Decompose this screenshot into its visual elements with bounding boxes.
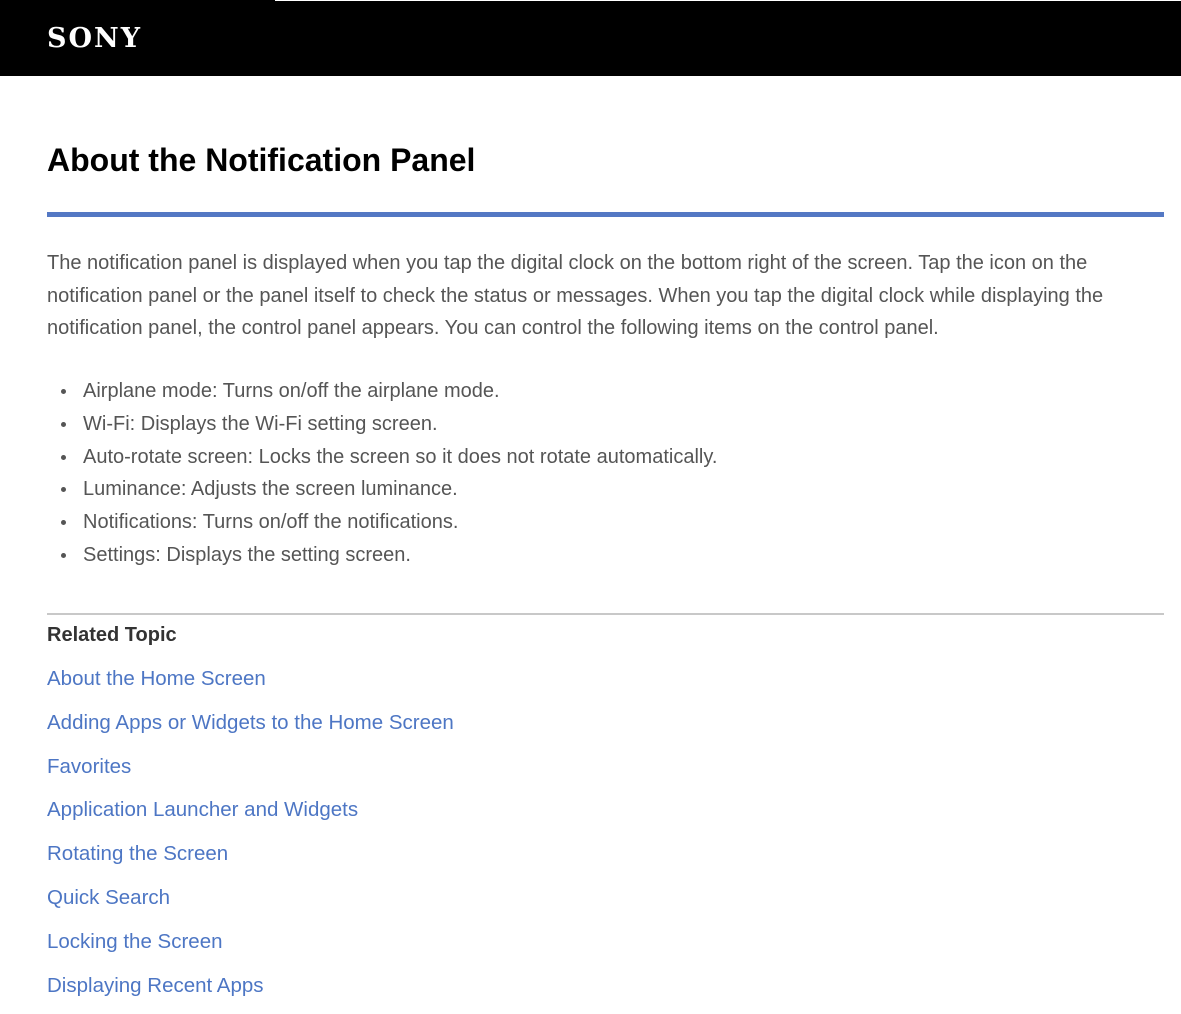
related-link-favorites[interactable]: Favorites	[47, 755, 131, 778]
related-link-item: Rotating the Screen	[47, 839, 454, 883]
list-item-text: Settings: Displays the setting screen.	[83, 543, 411, 566]
list-item: Auto-rotate screen: Locks the screen so …	[47, 441, 717, 474]
related-link-item: Adding Apps or Widgets to the Home Scree…	[47, 708, 454, 752]
title-underline	[47, 212, 1164, 217]
related-link-app-launcher-widgets[interactable]: Application Launcher and Widgets	[47, 798, 358, 821]
related-link-recent-apps[interactable]: Displaying Recent Apps	[47, 974, 264, 997]
bullet-icon	[61, 552, 66, 558]
intro-paragraph: The notification panel is displayed when…	[47, 252, 1104, 339]
related-link-adding-apps-widgets[interactable]: Adding Apps or Widgets to the Home Scree…	[47, 711, 454, 734]
section-divider	[47, 613, 1164, 615]
bullet-icon	[61, 389, 66, 394]
related-link-item: Quick Search	[47, 883, 454, 927]
related-link-item: About the Home Screen	[47, 664, 454, 708]
related-link-item: Locking the Screen	[47, 927, 454, 971]
list-item-text: Auto-rotate screen: Locks the screen so …	[83, 445, 718, 468]
list-item: Settings: Displays the setting screen.	[47, 539, 717, 572]
related-link-about-home-screen[interactable]: About the Home Screen	[47, 667, 266, 690]
related-topic-links: About the Home Screen Adding Apps or Wid…	[47, 664, 454, 1014]
control-panel-items-list: Airplane mode: Turns on/off the airplane…	[47, 375, 717, 572]
list-item-text: Luminance: Adjusts the screen luminance.	[83, 478, 458, 501]
bullet-icon	[61, 454, 66, 460]
sony-logo[interactable]: SONY	[47, 24, 142, 54]
list-item-text: Airplane mode: Turns on/off the airplane…	[83, 380, 500, 402]
related-link-quick-search[interactable]: Quick Search	[47, 886, 170, 909]
list-item-text: Wi-Fi: Displays the Wi-Fi setting screen…	[83, 412, 438, 435]
list-item: Notifications: Turns on/off the notifica…	[47, 506, 717, 539]
related-link-item: Application Launcher and Widgets	[47, 795, 454, 839]
related-link-item: Displaying Recent Apps	[47, 971, 454, 1014]
list-item: Wi-Fi: Displays the Wi-Fi setting screen…	[47, 408, 717, 441]
page-title: About the Notification Panel	[47, 142, 476, 178]
bullet-icon	[61, 487, 66, 493]
related-link-item: Favorites	[47, 752, 454, 796]
header-top-line	[275, 0, 1181, 1]
bullet-icon	[61, 421, 66, 427]
related-link-locking-screen[interactable]: Locking the Screen	[47, 930, 223, 953]
list-item: Airplane mode: Turns on/off the airplane…	[47, 375, 717, 408]
bullet-icon	[61, 520, 66, 526]
related-link-rotating-screen[interactable]: Rotating the Screen	[47, 842, 228, 865]
list-item: Luminance: Adjusts the screen luminance.	[47, 473, 717, 506]
related-topic-heading: Related Topic	[47, 624, 177, 646]
list-item-text: Notifications: Turns on/off the notifica…	[83, 511, 459, 534]
site-header: SONY	[0, 0, 1181, 76]
